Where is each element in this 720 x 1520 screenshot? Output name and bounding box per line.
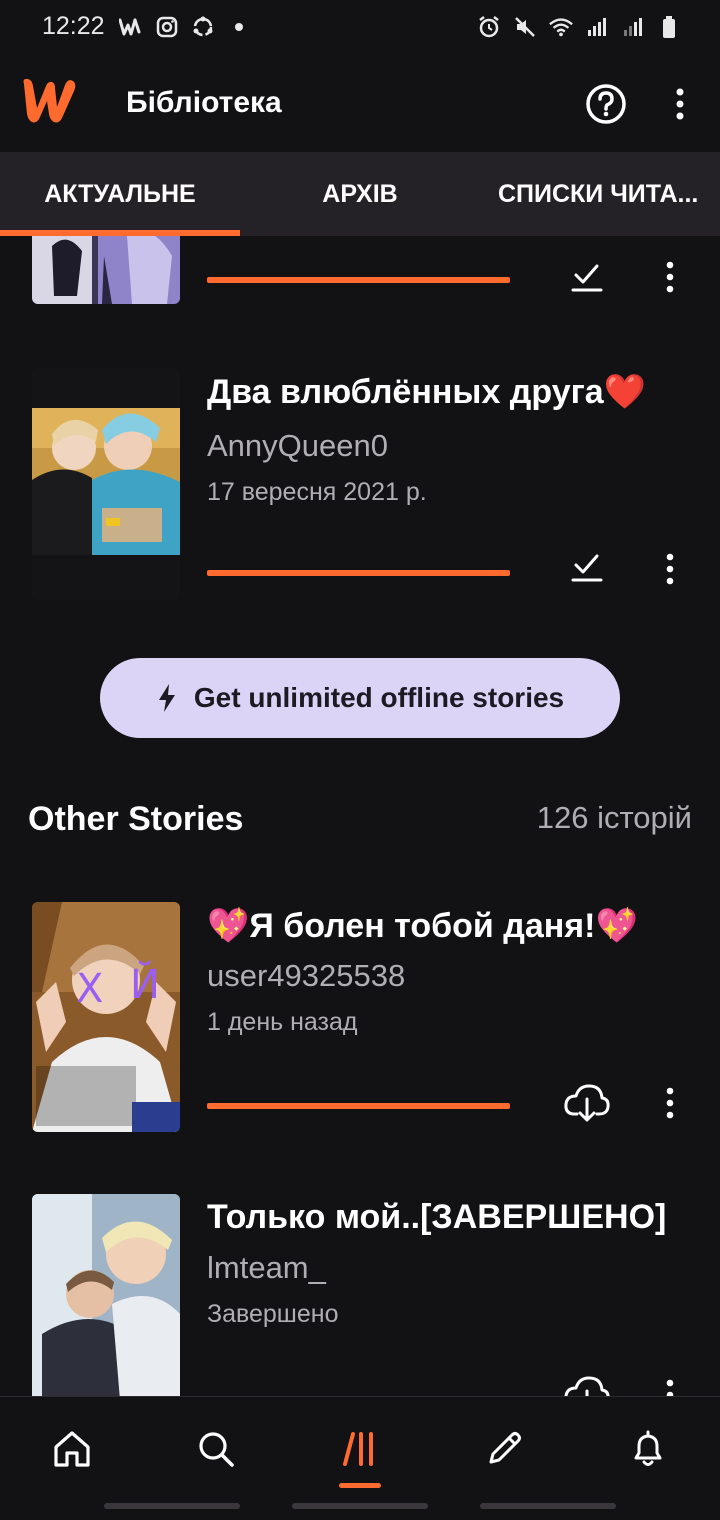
story-item[interactable] <box>0 236 720 316</box>
story-menu-button[interactable] <box>656 1080 684 1126</box>
reading-progress <box>207 1103 510 1109</box>
status-bar: 12:22 <box>0 0 720 56</box>
promo-label: Get unlimited offline stories <box>193 682 565 713</box>
tab-reading-lists[interactable]: СПИСКИ ЧИТА... <box>480 152 720 236</box>
instagram-icon <box>154 14 180 40</box>
story-cover[interactable] <box>32 368 180 600</box>
status-left-icons <box>118 14 252 40</box>
cover-letter: Х <box>76 966 103 1012</box>
download-button[interactable] <box>562 1372 612 1396</box>
story-item[interactable]: Х Й 💖Я болен тобой даня!💖 user49325538 1… <box>0 902 720 1132</box>
download-button[interactable] <box>562 1080 612 1126</box>
wattpad-logo-icon[interactable] <box>18 74 80 126</box>
story-cover[interactable] <box>32 236 180 304</box>
story-menu-button[interactable] <box>656 546 684 592</box>
more-vertical-icon <box>666 1379 674 1396</box>
signal-icon <box>584 14 610 40</box>
story-item[interactable]: Два влюблённых друга❤️ AnnyQueen0 17 вер… <box>0 368 720 600</box>
checkmark-icon <box>571 264 603 292</box>
overflow-menu-button[interactable] <box>660 82 700 126</box>
story-title[interactable]: Только мой..[ЗАВЕРШЕНО] <box>207 1198 666 1237</box>
story-menu-button[interactable] <box>656 254 684 300</box>
help-button[interactable] <box>584 82 628 126</box>
story-item[interactable]: Только мой..[ЗАВЕРШЕНО] lmteam_ Завершен… <box>0 1194 720 1396</box>
section-title: Other Stories <box>28 800 244 838</box>
help-icon <box>586 84 626 124</box>
story-updated: 17 вересня 2021 р. <box>207 478 427 506</box>
checkmark-icon <box>571 554 603 582</box>
library-tabs: АКТУАЛЬНЕ АРХІВ СПИСКИ ЧИТА... <box>0 152 720 236</box>
download-cloud-icon <box>564 1376 610 1396</box>
pencil-icon <box>489 1432 521 1464</box>
tab-current[interactable]: АКТУАЛЬНЕ <box>0 152 240 236</box>
bottom-navigation <box>0 1396 720 1520</box>
app-bar: Бібліотека <box>0 56 720 152</box>
offline-stories-promo-button[interactable]: Get unlimited offline stories <box>100 658 620 738</box>
story-menu-button[interactable] <box>656 1372 684 1396</box>
alarm-icon <box>476 14 502 40</box>
status-right-icons <box>476 14 682 40</box>
wifi-icon <box>548 14 574 40</box>
gesture-bar <box>104 1503 240 1509</box>
story-author: user49325538 <box>207 958 406 993</box>
status-time: 12:22 <box>42 12 105 40</box>
search-icon <box>199 1432 234 1467</box>
nav-library[interactable] <box>328 1421 392 1477</box>
more-vertical-icon <box>666 261 674 293</box>
lightning-icon <box>158 684 175 712</box>
more-vertical-icon <box>666 1087 674 1119</box>
story-status: Завершено <box>207 1300 339 1328</box>
dot-icon <box>226 14 252 40</box>
story-updated: 1 день назад <box>207 1008 358 1036</box>
cover-letter: Й <box>130 960 160 1008</box>
nav-home[interactable] <box>40 1421 104 1477</box>
gesture-bar <box>480 1503 616 1509</box>
section-count: 126 історій <box>536 800 692 835</box>
archive-button[interactable] <box>562 256 612 302</box>
mute-icon <box>512 14 538 40</box>
gesture-bar <box>292 1503 428 1509</box>
sync-icon <box>190 14 216 40</box>
download-cloud-icon <box>564 1084 610 1122</box>
library-content[interactable]: Два влюблённых друга❤️ AnnyQueen0 17 вер… <box>0 236 720 1396</box>
home-icon <box>54 1431 90 1467</box>
story-title[interactable]: 💖Я болен тобой даня!💖 <box>207 906 638 946</box>
reading-progress <box>207 277 510 283</box>
nav-write[interactable] <box>472 1421 536 1477</box>
nav-notifications[interactable] <box>616 1421 680 1477</box>
story-cover[interactable] <box>32 1194 180 1396</box>
story-cover[interactable]: Х Й <box>32 902 180 1132</box>
bell-icon <box>634 1430 662 1466</box>
active-nav-indicator <box>339 1483 381 1488</box>
story-author: lmteam_ <box>207 1250 326 1285</box>
tab-archive[interactable]: АРХІВ <box>240 152 480 236</box>
page-title: Бібліотека <box>126 86 282 119</box>
story-title[interactable]: Два влюблённых друга❤️ <box>207 372 646 412</box>
library-icon <box>343 1432 373 1466</box>
more-vertical-icon <box>676 88 684 120</box>
more-vertical-icon <box>666 553 674 585</box>
signal-icon <box>620 14 646 40</box>
nav-search[interactable] <box>184 1421 248 1477</box>
wattpad-icon <box>118 14 144 40</box>
battery-icon <box>656 14 682 40</box>
story-author: AnnyQueen0 <box>207 428 388 463</box>
archive-button[interactable] <box>562 546 612 592</box>
reading-progress <box>207 570 510 576</box>
